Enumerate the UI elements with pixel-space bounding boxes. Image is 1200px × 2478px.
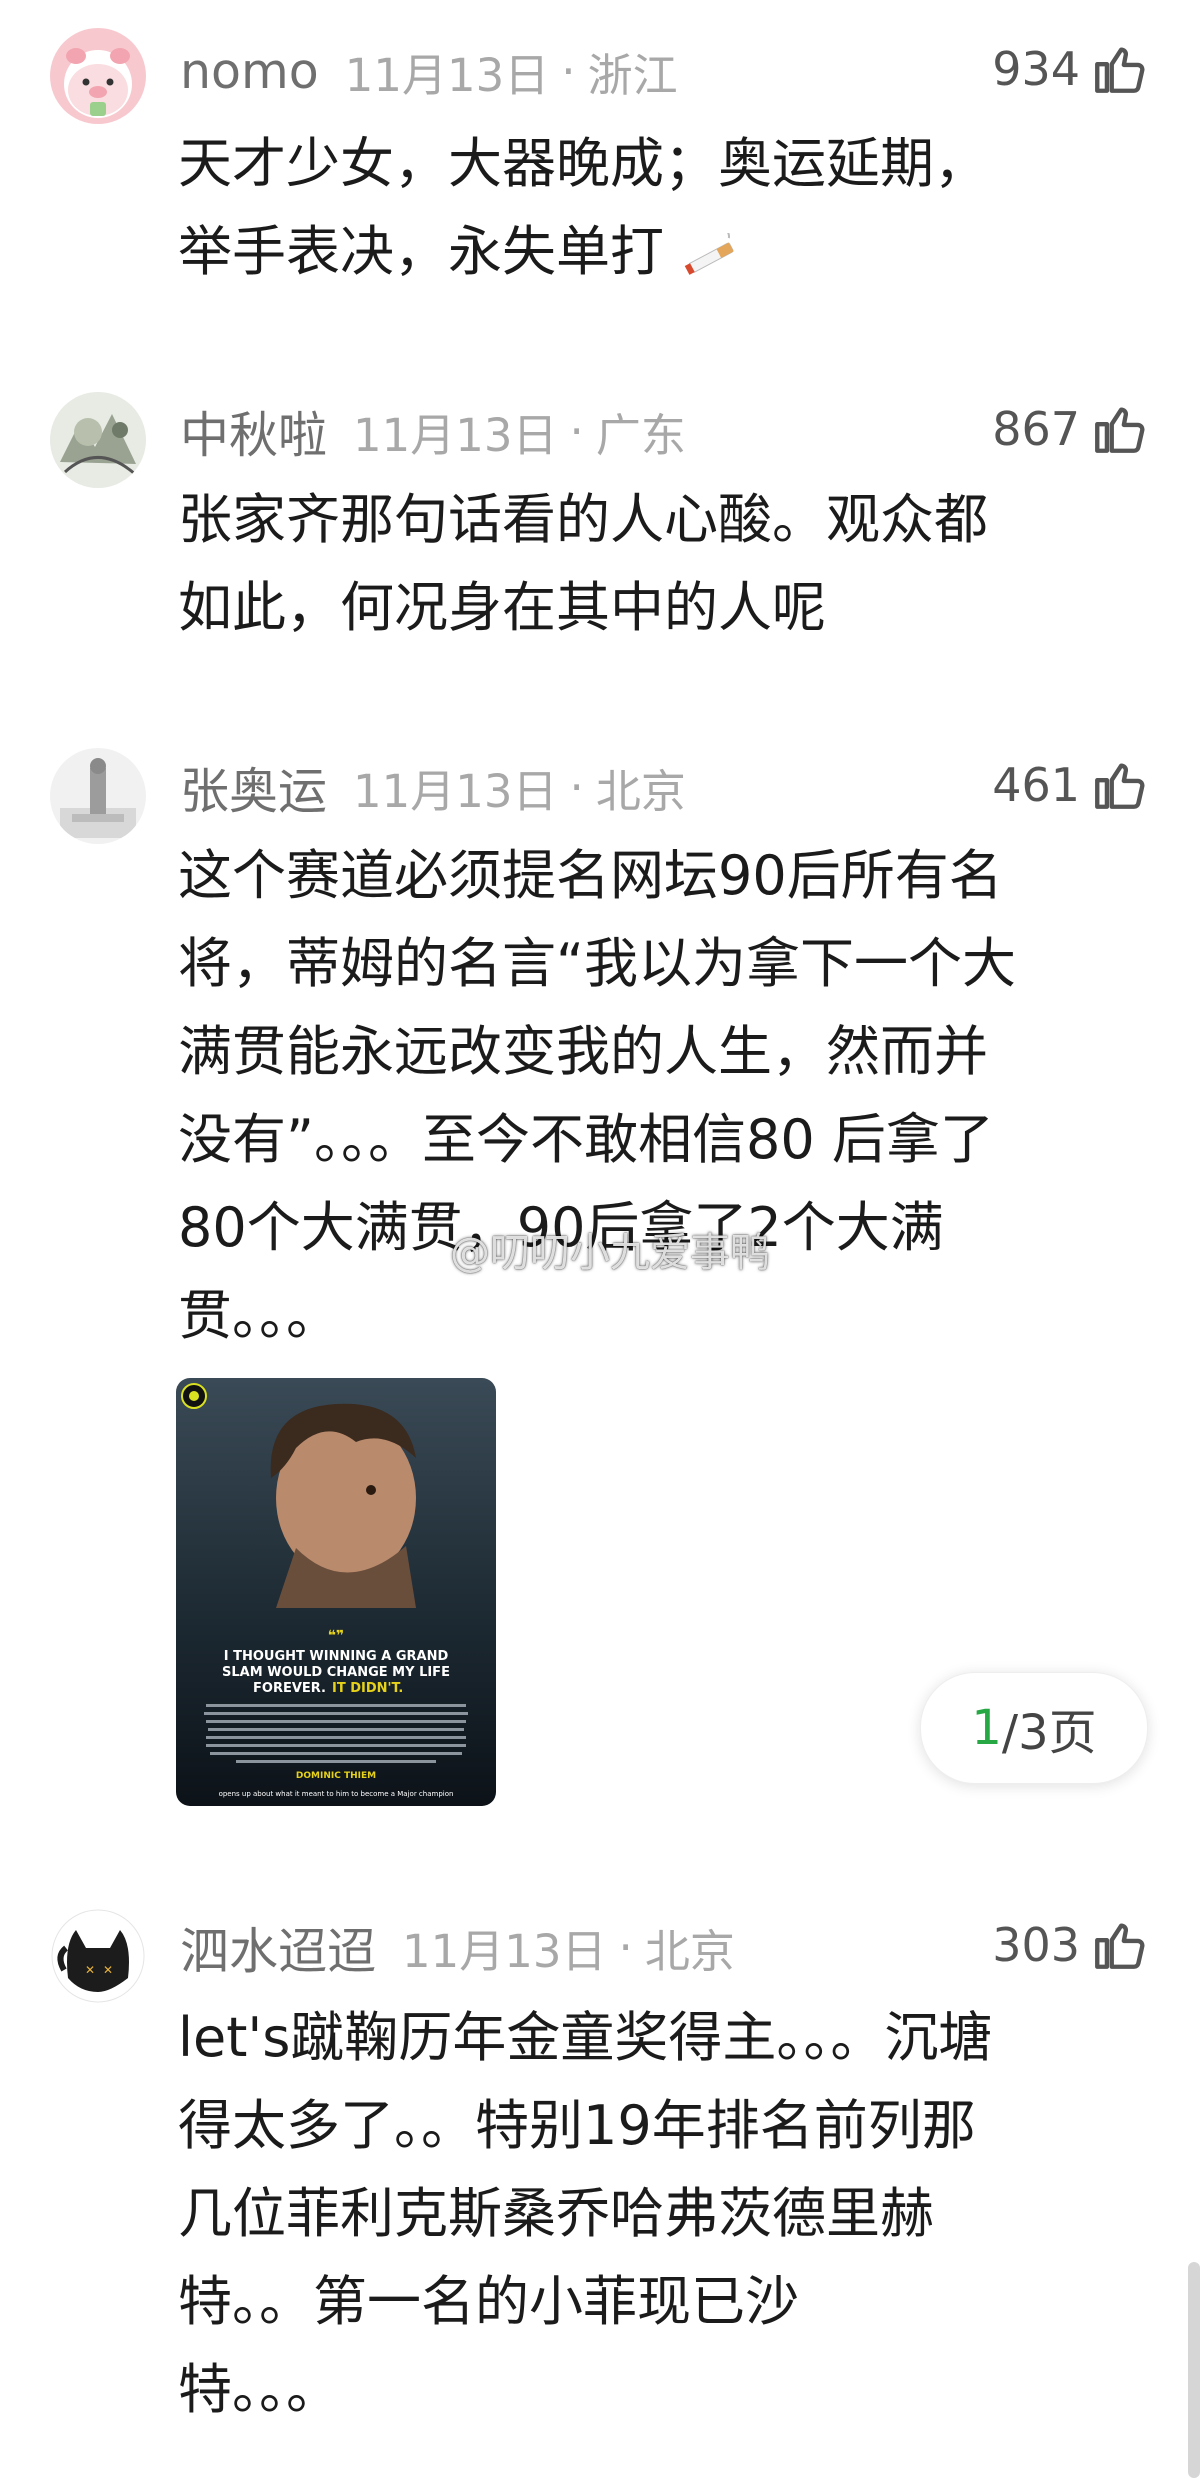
cigarette-emoji-icon [684,233,734,276]
comment-location: 浙江 [587,48,678,102]
comment-time: 11月13日 [402,1924,607,1978]
comment-line: 将，蒂姆的名言“我以为拿下一个大 [178,932,1016,995]
avatar-statue-icon [50,748,146,844]
like-button[interactable]: 934 [992,34,1148,104]
comment-location: 北京 [644,1924,735,1978]
like-button[interactable]: 461 [992,750,1148,820]
like-count: 934 [992,42,1080,96]
quote-headline: SLAM WOULD CHANGE MY LIFE [222,1665,450,1680]
comment-line: 贯。。。 [178,1284,340,1347]
quote-headline: FOREVER. [253,1681,326,1696]
thumbs-up-icon [1095,1923,1145,1969]
avatar-pig-icon [50,28,146,124]
svg-text:✕: ✕ [85,1963,95,1977]
comment-line: 特。。。 [178,2358,340,2421]
comment-time: 11月13日 [353,764,558,818]
comment-text: 这个赛道必须提名网坛90后所有名 将，蒂姆的名言“我以为拿下一个大 满贯能永远改… [178,832,1158,1360]
username[interactable]: 中秋啦 [180,396,327,467]
like-button[interactable]: 867 [992,394,1148,464]
comment-line: 得太多了。。特别19年排名前列那 [178,2094,976,2157]
comment-image[interactable]: ❝❞ I THOUGHT WINNING A GRAND SLAM WOULD … [176,1378,496,1806]
comment-line: let's蹴鞠历年金童奖得主。。。沉塘 [178,2006,993,2069]
pager-current: 1 [971,1700,1002,1756]
meta-separator: · [569,760,584,814]
watermark: @叨叨小九爱事鸭 [450,1230,770,1276]
meta-separator: · [561,44,576,98]
svg-text:✕: ✕ [103,1963,113,1977]
scrollbar[interactable] [1188,2262,1200,2478]
comment-text: 张家齐那句话看的人心酸。观众都 如此，何况身在其中的人呢 [178,476,1158,652]
quote-headline: I THOUGHT WINNING A GRAND [224,1649,449,1664]
username[interactable]: nomo [180,43,319,100]
comment-time: 11月13日 [344,48,550,102]
comment-line: 这个赛道必须提名网坛90后所有名 [178,844,1003,907]
comment-line: 张家齐那句话看的人心酸。观众都 [178,488,988,551]
avatar[interactable] [50,748,146,844]
like-count: 867 [992,402,1080,456]
pager-total: /3页 [1001,1705,1097,1761]
comment-line: 如此，何况身在其中的人呢 [178,576,826,639]
comment-text: 天才少女，大器晚成；奥运延期， 举手表决，永失单打 [178,120,1158,296]
like-count: 303 [992,1918,1080,1972]
avatar-photo-icon [50,392,146,488]
username[interactable]: 张奥运 [180,752,327,823]
avatar[interactable] [50,392,146,488]
thumbs-up-icon [1095,407,1145,453]
quote-author: DOMINIC THIEM [296,1771,376,1781]
comment-line: 没有”。。。至今不敢相信80 后拿了 [178,1108,994,1171]
meta-separator: · [618,1920,633,1974]
comment-line-with-emoji: 举手表决，永失单打 [178,208,1158,296]
comment-line: 天才少女，大器晚成；奥运延期， [178,132,988,195]
comment-line: 几位菲利克斯桑乔哈弗茨德里赫 [178,2182,934,2245]
comment-location: 北京 [595,764,686,818]
comment-line: 举手表决，永失单打 [178,220,664,283]
like-button[interactable]: 303 [992,1910,1148,1980]
thiem-quote-image: ❝❞ I THOUGHT WINNING A GRAND SLAM WOULD … [176,1378,496,1806]
meta-separator: · [569,404,584,458]
quote-headline-accent: IT DIDN'T. [332,1681,403,1696]
comment-line: 特。。第一名的小菲现已沙 [178,2270,799,2333]
avatar[interactable]: ✕ ✕ [50,1908,146,2004]
quote-mark: ❝❞ [328,1628,344,1644]
like-count: 461 [992,758,1080,812]
avatar-cat-icon: ✕ ✕ [50,1908,146,2004]
comment-text: let's蹴鞠历年金童奖得主。。。沉塘 得太多了。。特别19年排名前列那 几位菲… [178,1994,1158,2434]
thumbs-up-icon [1095,47,1145,93]
username[interactable]: 泗水迢迢 [180,1912,376,1983]
avatar[interactable] [50,28,146,124]
thumbs-up-icon [1095,763,1145,809]
comment-line: 满贯能永远改变我的人生，然而并 [178,1020,988,1083]
quote-caption: opens up about what it meant to him to b… [219,1790,454,1798]
comment-location: 广东 [595,408,686,462]
comment-time: 11月13日 [353,408,558,462]
image-pager[interactable]: 1/3页 [920,1672,1148,1784]
